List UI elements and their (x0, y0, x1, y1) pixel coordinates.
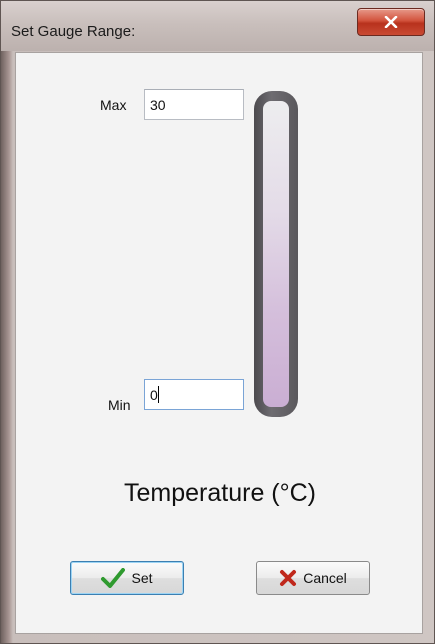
gauge (254, 91, 298, 417)
text-caret (158, 386, 159, 403)
max-input[interactable] (144, 89, 244, 120)
min-label: Min (108, 397, 131, 413)
dialog-body: Max Min Temperature (°C) Set Cancel (15, 52, 423, 634)
title-bar[interactable]: Set Gauge Range: (1, 1, 434, 51)
close-icon (384, 16, 398, 28)
max-label: Max (100, 97, 127, 113)
cancel-button-label: Cancel (303, 570, 347, 586)
dialog-window: Set Gauge Range: Max Min Temperature (°C… (0, 0, 435, 644)
dialog-title: Set Gauge Range: (11, 23, 136, 40)
close-button[interactable] (357, 8, 425, 36)
x-icon (280, 570, 297, 586)
set-button[interactable]: Set (70, 561, 184, 595)
gauge-label: Temperature (°C) (124, 479, 316, 507)
gauge-tube (263, 101, 289, 407)
set-button-label: Set (131, 570, 153, 586)
checkmark-icon (101, 568, 126, 588)
cancel-button[interactable]: Cancel (256, 561, 370, 595)
min-input[interactable] (144, 379, 244, 410)
